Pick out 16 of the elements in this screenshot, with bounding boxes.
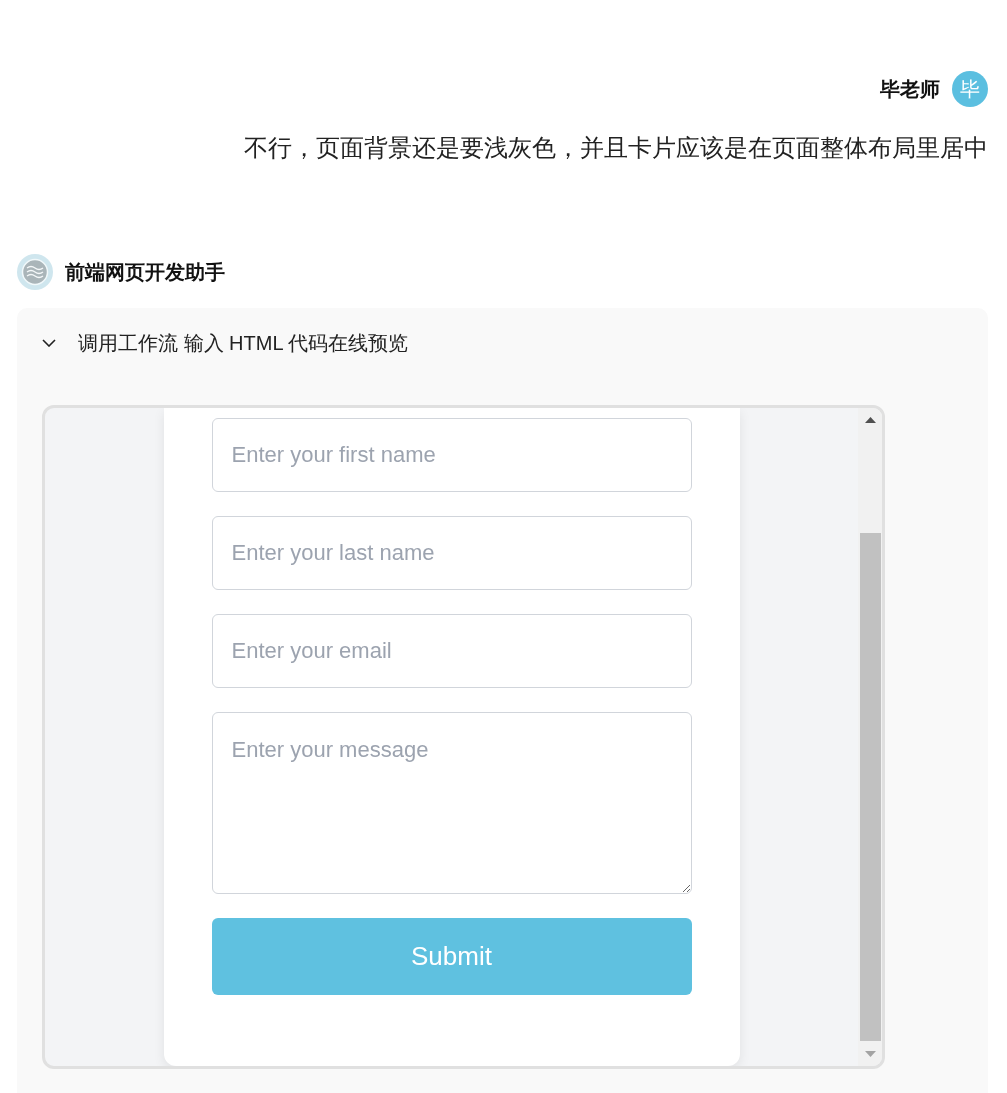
text-input-field[interactable]: Enter your email: [211, 614, 692, 688]
assistant-avatar-icon: [17, 254, 53, 290]
scroll-up-arrow-icon[interactable]: [864, 417, 876, 423]
scrollbar-thumb[interactable]: [859, 533, 881, 1041]
message-textarea-field[interactable]: Enter your message: [211, 712, 692, 894]
user-message: 不行，页面背景还是要浅灰色，并且卡片应该是在页面整体布局里居中: [243, 134, 988, 162]
scrollbar[interactable]: [858, 408, 882, 1066]
submit-button[interactable]: Submit: [211, 918, 692, 995]
scroll-down-arrow-icon[interactable]: [864, 1050, 876, 1057]
chevron-down-icon[interactable]: [42, 339, 56, 347]
text-input-field[interactable]: Enter your first name: [211, 418, 692, 492]
text-input-field[interactable]: Enter your last name: [211, 516, 692, 590]
assistant-name: 前端网页开发助手: [65, 259, 225, 285]
user-avatar: 毕: [952, 71, 988, 107]
user-name: 毕老师: [880, 76, 940, 102]
workflow-title: 调用工作流 输入 HTML 代码在线预览: [78, 330, 409, 356]
